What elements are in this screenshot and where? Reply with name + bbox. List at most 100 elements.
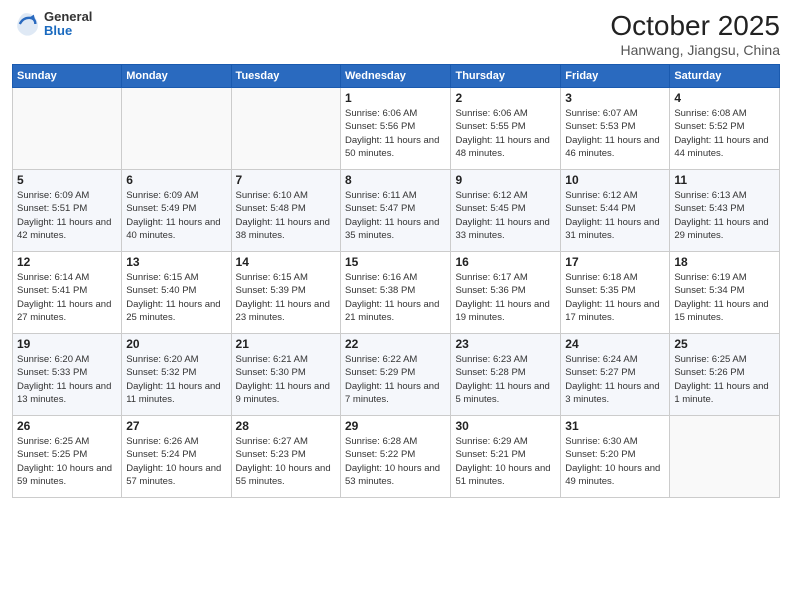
day-info: Sunrise: 6:08 AM Sunset: 5:52 PM Dayligh… bbox=[674, 107, 775, 160]
day-number: 10 bbox=[565, 173, 665, 187]
day-number: 20 bbox=[126, 337, 226, 351]
day-cell: 16Sunrise: 6:17 AM Sunset: 5:36 PM Dayli… bbox=[451, 252, 561, 334]
day-number: 27 bbox=[126, 419, 226, 433]
week-row-2: 5 Sunrise: 6:09 AM Sunset: 5:51 PM Daylig… bbox=[13, 170, 780, 252]
location-subtitle: Hanwang, Jiangsu, China bbox=[610, 42, 780, 58]
day-info: Sunrise: 6:23 AM Sunset: 5:28 PM Dayligh… bbox=[455, 353, 556, 406]
day-cell: 28 Sunrise: 6:27 AM Sunset: 5:23 PM Dayli… bbox=[231, 416, 340, 498]
day-number: 5 bbox=[17, 173, 117, 187]
day-number: 25 bbox=[674, 337, 775, 351]
day-cell: 15 Sunrise: 6:16 AM Sunset: 5:38 PM Dayli… bbox=[341, 252, 451, 334]
header-day-thursday: Thursday bbox=[451, 65, 561, 88]
day-number: 23 bbox=[455, 337, 556, 351]
logo-general: General bbox=[44, 10, 92, 24]
day-number: 28 bbox=[236, 419, 336, 433]
day-number: 9 bbox=[455, 173, 556, 187]
day-cell: 10 Sunrise: 6:12 AM Sunset: 5:44 PM Dayli… bbox=[561, 170, 670, 252]
day-number: 29 bbox=[345, 419, 446, 433]
day-number: 7 bbox=[236, 173, 336, 187]
day-info: Sunrise: 6:14 AM Sunset: 5:41 PM Dayligh… bbox=[17, 271, 117, 324]
week-row-4: 19Sunrise: 6:20 AM Sunset: 5:33 PM Dayli… bbox=[13, 334, 780, 416]
day-info: Sunrise: 6:12 AM Sunset: 5:44 PM Dayligh… bbox=[565, 189, 665, 242]
day-cell: 27Sunrise: 6:26 AM Sunset: 5:24 PM Dayli… bbox=[122, 416, 231, 498]
day-number: 13 bbox=[126, 255, 226, 269]
day-info: Sunrise: 6:24 AM Sunset: 5:27 PM Dayligh… bbox=[565, 353, 665, 406]
day-info: Sunrise: 6:16 AM Sunset: 5:38 PM Dayligh… bbox=[345, 271, 446, 324]
day-number: 18 bbox=[674, 255, 775, 269]
day-number: 31 bbox=[565, 419, 665, 433]
logo: General Blue bbox=[12, 10, 92, 39]
day-info: Sunrise: 6:06 AM Sunset: 5:56 PM Dayligh… bbox=[345, 107, 446, 160]
logo-icon bbox=[12, 10, 40, 38]
day-info: Sunrise: 6:18 AM Sunset: 5:35 PM Dayligh… bbox=[565, 271, 665, 324]
header-day-monday: Monday bbox=[122, 65, 231, 88]
day-info: Sunrise: 6:22 AM Sunset: 5:29 PM Dayligh… bbox=[345, 353, 446, 406]
day-cell: 6 Sunrise: 6:09 AM Sunset: 5:49 PM Daylig… bbox=[122, 170, 231, 252]
day-info: Sunrise: 6:28 AM Sunset: 5:22 PM Dayligh… bbox=[345, 435, 446, 488]
day-info: Sunrise: 6:19 AM Sunset: 5:34 PM Dayligh… bbox=[674, 271, 775, 324]
day-number: 2 bbox=[455, 91, 556, 105]
day-info: Sunrise: 6:06 AM Sunset: 5:55 PM Dayligh… bbox=[455, 107, 556, 160]
day-info: Sunrise: 6:25 AM Sunset: 5:26 PM Dayligh… bbox=[674, 353, 775, 406]
day-number: 4 bbox=[674, 91, 775, 105]
day-cell: 12 Sunrise: 6:14 AM Sunset: 5:41 PM Dayli… bbox=[13, 252, 122, 334]
month-title: October 2025 bbox=[610, 10, 780, 42]
day-cell: 17Sunrise: 6:18 AM Sunset: 5:35 PM Dayli… bbox=[561, 252, 670, 334]
day-number: 1 bbox=[345, 91, 446, 105]
logo-blue: Blue bbox=[44, 24, 92, 38]
day-cell: 1 Sunrise: 6:06 AM Sunset: 5:56 PM Daylig… bbox=[341, 88, 451, 170]
day-cell: 31 Sunrise: 6:30 AM Sunset: 5:20 PM Dayli… bbox=[561, 416, 670, 498]
day-number: 16 bbox=[455, 255, 556, 269]
day-info: Sunrise: 6:11 AM Sunset: 5:47 PM Dayligh… bbox=[345, 189, 446, 242]
header-day-friday: Friday bbox=[561, 65, 670, 88]
week-row-1: 1 Sunrise: 6:06 AM Sunset: 5:56 PM Daylig… bbox=[13, 88, 780, 170]
day-cell: 20 Sunrise: 6:20 AM Sunset: 5:32 PM Dayli… bbox=[122, 334, 231, 416]
day-cell bbox=[231, 88, 340, 170]
calendar-header: SundayMondayTuesdayWednesdayThursdayFrid… bbox=[13, 65, 780, 88]
day-number: 12 bbox=[17, 255, 117, 269]
header-day-saturday: Saturday bbox=[670, 65, 780, 88]
day-cell: 9 Sunrise: 6:12 AM Sunset: 5:45 PM Daylig… bbox=[451, 170, 561, 252]
day-info: Sunrise: 6:15 AM Sunset: 5:40 PM Dayligh… bbox=[126, 271, 226, 324]
day-number: 11 bbox=[674, 173, 775, 187]
day-number: 21 bbox=[236, 337, 336, 351]
day-info: Sunrise: 6:25 AM Sunset: 5:25 PM Dayligh… bbox=[17, 435, 117, 488]
day-cell: 14Sunrise: 6:15 AM Sunset: 5:39 PM Dayli… bbox=[231, 252, 340, 334]
day-cell: 19Sunrise: 6:20 AM Sunset: 5:33 PM Dayli… bbox=[13, 334, 122, 416]
header-day-wednesday: Wednesday bbox=[341, 65, 451, 88]
day-cell bbox=[122, 88, 231, 170]
day-info: Sunrise: 6:27 AM Sunset: 5:23 PM Dayligh… bbox=[236, 435, 336, 488]
header: General Blue October 2025 Hanwang, Jiang… bbox=[12, 10, 780, 58]
day-cell: 22Sunrise: 6:22 AM Sunset: 5:29 PM Dayli… bbox=[341, 334, 451, 416]
day-info: Sunrise: 6:12 AM Sunset: 5:45 PM Dayligh… bbox=[455, 189, 556, 242]
day-info: Sunrise: 6:20 AM Sunset: 5:32 PM Dayligh… bbox=[126, 353, 226, 406]
day-number: 15 bbox=[345, 255, 446, 269]
day-number: 3 bbox=[565, 91, 665, 105]
day-cell: 2 Sunrise: 6:06 AM Sunset: 5:55 PM Daylig… bbox=[451, 88, 561, 170]
calendar-table: SundayMondayTuesdayWednesdayThursdayFrid… bbox=[12, 64, 780, 498]
day-cell: 23 Sunrise: 6:23 AM Sunset: 5:28 PM Dayli… bbox=[451, 334, 561, 416]
logo-text: General Blue bbox=[44, 10, 92, 39]
day-cell: 21 Sunrise: 6:21 AM Sunset: 5:30 PM Dayli… bbox=[231, 334, 340, 416]
day-cell: 26Sunrise: 6:25 AM Sunset: 5:25 PM Dayli… bbox=[13, 416, 122, 498]
day-info: Sunrise: 6:09 AM Sunset: 5:51 PM Dayligh… bbox=[17, 189, 117, 242]
day-number: 8 bbox=[345, 173, 446, 187]
day-cell: 25 Sunrise: 6:25 AM Sunset: 5:26 PM Dayli… bbox=[670, 334, 780, 416]
day-number: 30 bbox=[455, 419, 556, 433]
day-info: Sunrise: 6:09 AM Sunset: 5:49 PM Dayligh… bbox=[126, 189, 226, 242]
day-cell bbox=[13, 88, 122, 170]
day-info: Sunrise: 6:30 AM Sunset: 5:20 PM Dayligh… bbox=[565, 435, 665, 488]
day-info: Sunrise: 6:21 AM Sunset: 5:30 PM Dayligh… bbox=[236, 353, 336, 406]
day-cell bbox=[670, 416, 780, 498]
day-number: 6 bbox=[126, 173, 226, 187]
day-number: 24 bbox=[565, 337, 665, 351]
calendar-body: 1 Sunrise: 6:06 AM Sunset: 5:56 PM Daylig… bbox=[13, 88, 780, 498]
header-day-sunday: Sunday bbox=[13, 65, 122, 88]
day-info: Sunrise: 6:29 AM Sunset: 5:21 PM Dayligh… bbox=[455, 435, 556, 488]
day-number: 14 bbox=[236, 255, 336, 269]
day-cell: 24 Sunrise: 6:24 AM Sunset: 5:27 PM Dayli… bbox=[561, 334, 670, 416]
day-info: Sunrise: 6:20 AM Sunset: 5:33 PM Dayligh… bbox=[17, 353, 117, 406]
day-cell: 7Sunrise: 6:10 AM Sunset: 5:48 PM Daylig… bbox=[231, 170, 340, 252]
day-cell: 3Sunrise: 6:07 AM Sunset: 5:53 PM Daylig… bbox=[561, 88, 670, 170]
calendar-container: General Blue October 2025 Hanwang, Jiang… bbox=[0, 0, 792, 612]
